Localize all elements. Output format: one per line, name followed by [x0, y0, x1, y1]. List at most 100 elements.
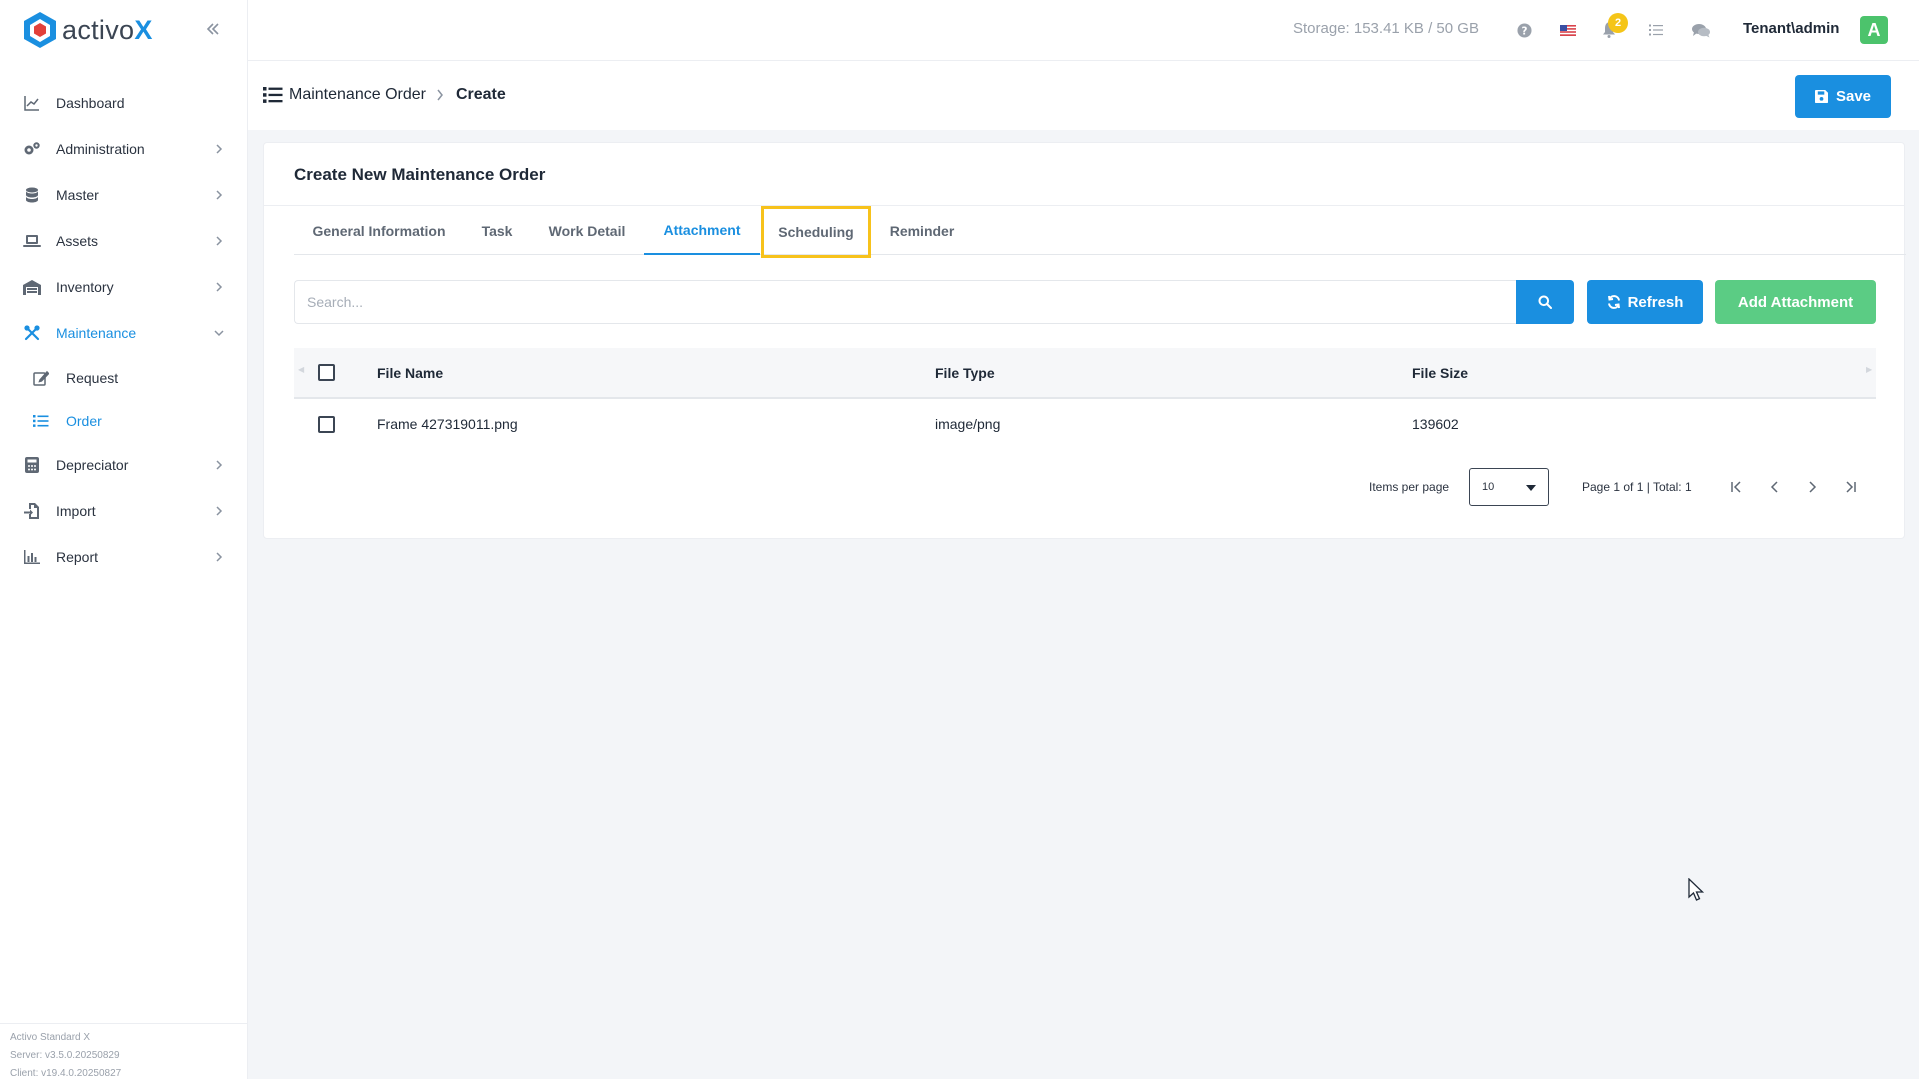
last-page-icon — [1846, 481, 1856, 493]
sidebar-item-label: Depreciator — [56, 457, 129, 473]
scroll-right-icon[interactable]: ▶ — [1866, 365, 1872, 374]
tab-reminder[interactable]: Reminder — [872, 207, 972, 255]
sidebar-subitem-order[interactable]: Order — [0, 399, 247, 442]
refresh-button-label: Refresh — [1627, 293, 1684, 311]
tab-work-detail[interactable]: Work Detail — [530, 207, 644, 255]
chevron-right-icon — [216, 552, 223, 562]
storage-usage: Storage: 153.41 KB / 50 GB — [1293, 20, 1479, 37]
warehouse-icon — [22, 277, 42, 297]
chevron-right-icon — [216, 236, 223, 246]
sidebar-item-assets[interactable]: Assets — [0, 218, 247, 264]
chevron-down-icon — [214, 330, 224, 337]
chevron-right-icon — [1809, 481, 1817, 493]
help-icon[interactable]: ? — [1514, 20, 1534, 40]
floppy-disk-icon — [1814, 90, 1828, 103]
file-type-cell: image/png — [935, 416, 1001, 432]
task-list-icon[interactable] — [1646, 20, 1666, 40]
collapse-sidebar-button[interactable] — [200, 16, 226, 42]
chevron-left-icon — [1770, 481, 1778, 493]
list-icon — [32, 412, 50, 430]
scroll-left-icon[interactable]: ◀ — [298, 365, 304, 374]
sidebar-item-label: Order — [66, 412, 102, 429]
save-button[interactable]: Save — [1795, 75, 1891, 118]
logo[interactable]: activoX — [0, 0, 247, 60]
version-line: Server: v3.5.0.20250829 — [10, 1050, 120, 1061]
gears-icon — [22, 139, 42, 159]
sidebar-item-label: Dashboard — [56, 95, 125, 111]
sidebar-item-administration[interactable]: Administration — [0, 126, 247, 172]
user-name[interactable]: Tenant\admin — [1743, 20, 1839, 37]
chevron-right-icon — [436, 88, 446, 102]
sidebar-item-label: Administration — [56, 141, 145, 157]
first-page-icon — [1731, 481, 1741, 493]
refresh-icon — [1607, 295, 1620, 309]
sidebar-item-report[interactable]: Report — [0, 534, 247, 580]
items-per-page-label: Items per page — [1369, 480, 1450, 494]
column-header-file-size[interactable]: File Size — [1412, 348, 1468, 397]
version-line: Client: v19.4.0.20250827 — [10, 1068, 122, 1079]
caret-down-icon — [1526, 485, 1536, 491]
edit-icon — [32, 369, 50, 387]
tab-bar: General Information Task Work Detail Att… — [294, 206, 1906, 258]
sidebar-item-label: Import — [56, 503, 96, 519]
double-chevron-left-icon — [206, 23, 219, 35]
tools-icon — [22, 323, 42, 343]
laptop-icon — [22, 231, 42, 251]
breadcrumb-parent[interactable]: Maintenance Order — [289, 86, 426, 104]
version-line: Activo Standard X — [10, 1032, 91, 1043]
attachment-table: File Name File Type File Size Frame 4273… — [294, 348, 1876, 449]
logo-hex-icon — [24, 12, 56, 48]
sidebar-item-dashboard[interactable]: Dashboard — [0, 80, 247, 126]
sidebar-item-label: Assets — [56, 233, 99, 249]
sidebar-item-master[interactable]: Master — [0, 172, 247, 218]
table-row[interactable]: Frame 427319011.png image/png 139602 — [294, 399, 1876, 449]
calculator-icon — [22, 455, 42, 475]
row-checkbox[interactable] — [318, 415, 335, 433]
add-attachment-button[interactable]: Add Attachment — [1715, 280, 1876, 324]
sidebar-item-inventory[interactable]: Inventory — [0, 264, 247, 310]
column-header-file-name[interactable]: File Name — [377, 348, 443, 397]
tab-task[interactable]: Task — [464, 207, 530, 255]
sidebar-item-import[interactable]: Import — [0, 488, 247, 534]
divider — [264, 205, 1904, 206]
page-info: Page 1 of 1 | Total: 1 — [1582, 480, 1692, 494]
tab-scheduling[interactable]: Scheduling — [761, 206, 871, 258]
sidebar-nav: Dashboard Administration Master Assets I… — [0, 80, 247, 580]
sidebar-item-label: Master — [56, 187, 99, 203]
items-per-page-select[interactable]: 10 — [1469, 468, 1549, 506]
sidebar-item-label: Request — [66, 369, 119, 386]
breadcrumb-current: Create — [455, 86, 506, 103]
tab-general-information[interactable]: General Information — [294, 207, 464, 255]
chevron-right-icon — [216, 460, 223, 470]
database-icon — [22, 185, 42, 205]
sidebar-item-depreciator[interactable]: Depreciator — [0, 442, 247, 488]
chevron-right-icon — [216, 190, 223, 200]
chevron-right-icon — [216, 144, 223, 154]
previous-page-button[interactable] — [1765, 477, 1785, 497]
version-info: Activo Standard X Server: v3.5.0.2025082… — [0, 1023, 248, 1079]
column-header-file-type[interactable]: File Type — [935, 348, 995, 397]
chat-icon[interactable] — [1691, 20, 1711, 40]
avatar[interactable]: A — [1860, 16, 1888, 44]
us-flag-icon[interactable] — [1558, 20, 1578, 40]
sidebar-item-label: Inventory — [56, 279, 114, 295]
select-all-checkbox[interactable] — [318, 364, 335, 381]
mouse-cursor-icon — [1688, 878, 1705, 901]
sidebar-item-maintenance[interactable]: Maintenance — [0, 310, 247, 356]
tab-attachment[interactable]: Attachment — [644, 207, 760, 255]
list-icon — [263, 87, 283, 103]
logo-text: activoX — [62, 14, 153, 45]
breadcrumb: Maintenance Order Create — [263, 86, 506, 104]
search-button[interactable] — [1516, 280, 1574, 324]
search-input[interactable] — [294, 280, 1516, 324]
next-page-button[interactable] — [1802, 477, 1822, 497]
chevron-right-icon — [216, 506, 223, 516]
notification-badge: 2 — [1608, 13, 1628, 33]
sidebar-item-label: Report — [56, 549, 99, 565]
last-page-button[interactable] — [1840, 477, 1860, 497]
refresh-button[interactable]: Refresh — [1587, 280, 1703, 324]
bar-chart-icon — [22, 547, 42, 567]
sidebar: activoX Dashboard Administration Master … — [0, 0, 248, 1079]
first-page-button[interactable] — [1727, 477, 1747, 497]
sidebar-subitem-request[interactable]: Request — [0, 356, 247, 399]
